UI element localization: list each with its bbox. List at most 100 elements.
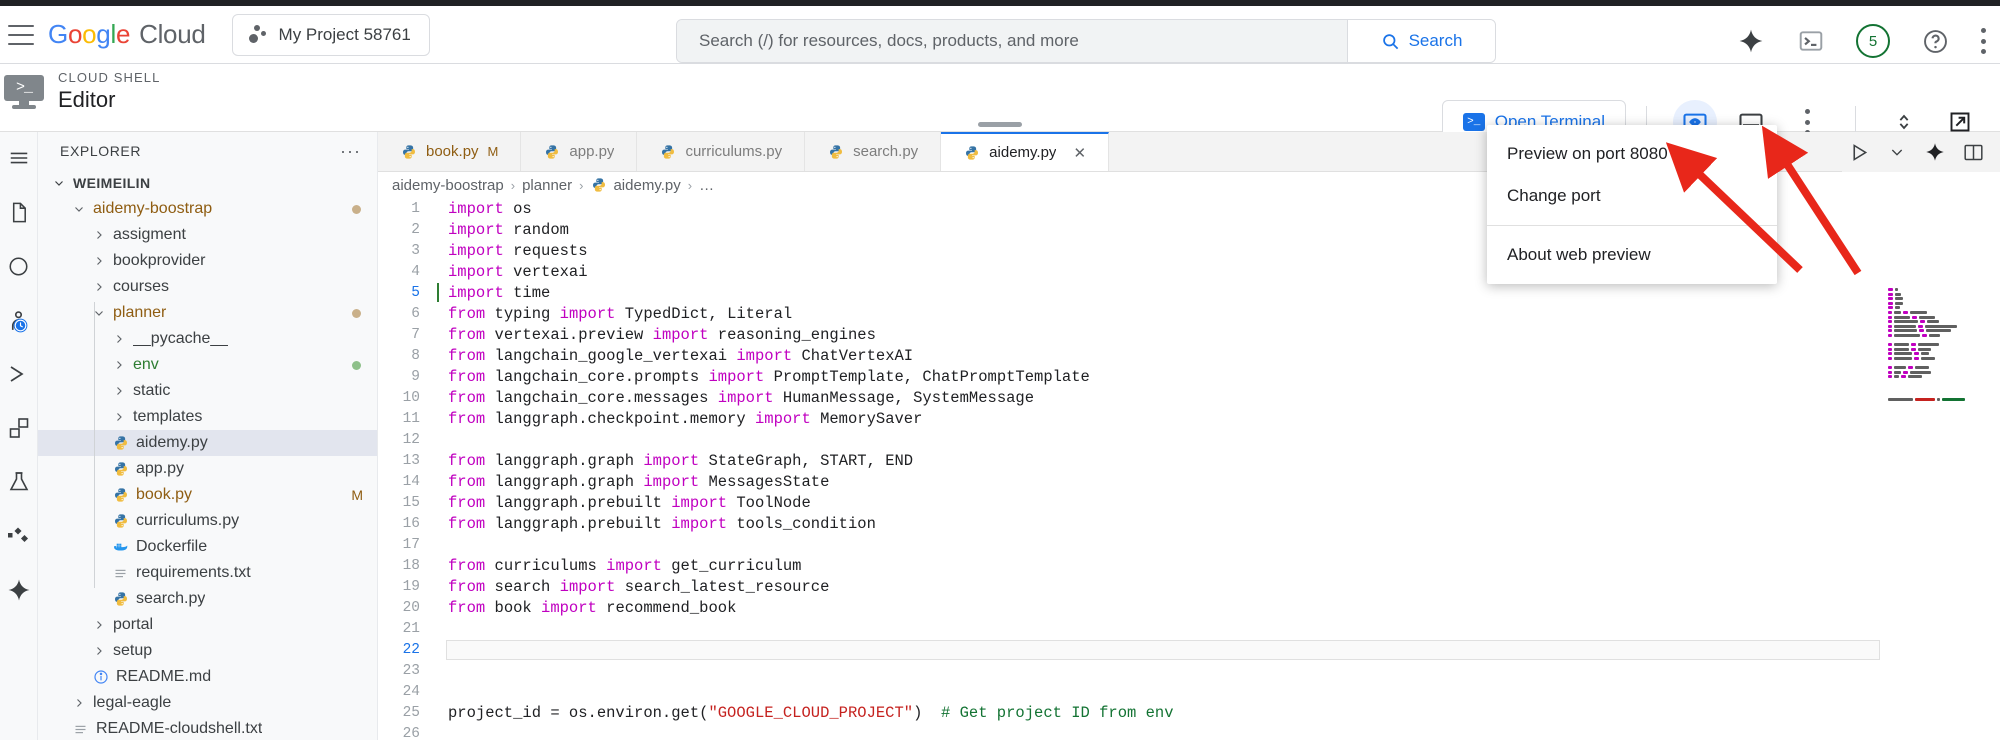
tree-item-app-py[interactable]: app.py	[38, 456, 377, 482]
menu-icon[interactable]	[5, 144, 33, 172]
minimap-line	[1886, 389, 2000, 392]
tree-item-aidemy-boostrap[interactable]: aidemy-boostrap	[38, 196, 377, 222]
line-number: 25	[378, 705, 436, 721]
gemini-sparkle-icon[interactable]	[1736, 26, 1766, 56]
menu-item-about-web-preview[interactable]: About web preview	[1487, 234, 1777, 276]
search-circle-icon[interactable]	[5, 252, 33, 280]
tree-item-portal[interactable]: portal	[38, 612, 377, 638]
breadcrumb-item[interactable]: …	[699, 177, 714, 194]
tree-item-courses[interactable]: courses	[38, 274, 377, 300]
code-line: 13from langgraph.graph import StateGraph…	[378, 450, 2000, 471]
token-id: langchain_google_vertexai	[485, 347, 736, 365]
cloud-code-diamonds-icon[interactable]	[5, 522, 33, 550]
token-kw: from	[448, 368, 485, 386]
menu-item-change-port[interactable]: Change port	[1487, 175, 1777, 217]
tree-item-readme-md[interactable]: README.md	[38, 664, 377, 690]
tree-item-static[interactable]: static	[38, 378, 377, 404]
run-file-button[interactable]	[1842, 135, 1876, 169]
tree-item-templates[interactable]: templates	[38, 404, 377, 430]
run-terminal-icon[interactable]	[5, 360, 33, 388]
gemini-code-assist-icon[interactable]	[5, 576, 33, 604]
tree-item-label: search.py	[136, 590, 205, 608]
code-text: from langgraph.prebuilt import tools_con…	[436, 515, 876, 533]
line-number: 4	[378, 264, 436, 280]
tree-item--pycache-[interactable]: __pycache__	[38, 326, 377, 352]
breadcrumb-item[interactable]: planner	[522, 177, 572, 194]
tree-item-aidemy-py[interactable]: aidemy.py	[38, 430, 377, 456]
breadcrumb-item[interactable]: aidemy-boostrap	[392, 177, 504, 194]
token-id: recommend_book	[597, 599, 737, 617]
tab-curriculums-py[interactable]: curriculums.py	[637, 132, 805, 171]
tree-item-bookprovider[interactable]: bookprovider	[38, 248, 377, 274]
editor-tab-actions	[1842, 132, 2000, 172]
tab-aidemy-py[interactable]: aidemy.py✕	[941, 132, 1109, 171]
tree-item-dockerfile[interactable]: Dockerfile	[38, 534, 377, 560]
token-id: project_id = os.environ.get(	[448, 704, 708, 722]
token-id: langgraph.prebuilt	[485, 494, 671, 512]
tree-item-label: static	[133, 382, 170, 400]
open-external-icon	[1948, 110, 1972, 134]
chevron-right-icon	[92, 644, 106, 658]
tab-app-py[interactable]: app.py	[521, 132, 637, 171]
editor-minimap[interactable]	[1880, 264, 2000, 740]
run-options-chevron-icon[interactable]	[1880, 135, 1914, 169]
tree-item-curriculums-py[interactable]: curriculums.py	[38, 508, 377, 534]
code-text: from langchain_google_vertexai import Ch…	[436, 347, 913, 365]
line-number: 16	[378, 516, 436, 532]
breadcrumb-item[interactable]: aidemy.py	[590, 177, 680, 194]
tree-item-requirements-txt[interactable]: requirements.txt	[38, 560, 377, 586]
tab-book-py[interactable]: book.pyM	[378, 132, 521, 171]
free-trial-credits-badge[interactable]: 5	[1856, 24, 1890, 58]
extensions-icon[interactable]	[5, 414, 33, 442]
tab-close-icon[interactable]: ✕	[1073, 144, 1086, 162]
tree-item-planner[interactable]: planner	[38, 300, 377, 326]
tree-item-book-py[interactable]: book.pyM	[38, 482, 377, 508]
minimap-token	[1908, 366, 1913, 369]
line-number: 13	[378, 453, 436, 469]
token-id: random	[504, 221, 569, 239]
tree-item-setup[interactable]: setup	[38, 638, 377, 664]
token-kw: import	[708, 368, 764, 386]
explorer-more-icon[interactable]: ···	[340, 142, 361, 160]
line-number: 20	[378, 600, 436, 616]
breadcrumb-label: …	[699, 177, 714, 194]
more-options-icon[interactable]	[1980, 28, 1986, 54]
tree-item-label: templates	[133, 408, 202, 426]
source-control-history-icon[interactable]	[5, 306, 33, 334]
cloud-shell-terminal-icon[interactable]	[1796, 26, 1826, 56]
explorer-files-icon[interactable]	[5, 198, 33, 226]
help-icon[interactable]	[1920, 26, 1950, 56]
panel-drag-handle[interactable]	[978, 122, 1022, 127]
code-line: 20from book import recommend_book	[378, 597, 2000, 618]
code-text: from book import recommend_book	[436, 599, 736, 617]
gemini-editor-icon[interactable]	[1918, 135, 1952, 169]
minimap-token	[1888, 325, 1892, 328]
code-line: 23	[378, 660, 2000, 681]
token-str: "GOOGLE_CLOUD_PROJECT"	[708, 704, 913, 722]
menu-item-preview-on-port-8080[interactable]: Preview on port 8080	[1487, 133, 1777, 175]
tree-item-legal-eagle[interactable]: legal-eagle	[38, 690, 377, 716]
tab-search-py[interactable]: search.py	[805, 132, 941, 171]
tree-item-env[interactable]: env	[38, 352, 377, 378]
find-match-highlight	[446, 640, 1880, 660]
tree-item-readme-cloudshell-txt[interactable]: README-cloudshell.txt	[38, 716, 377, 740]
split-editor-button[interactable]	[1956, 135, 1990, 169]
minimap-token	[1895, 288, 1898, 291]
token-id: book	[485, 599, 541, 617]
search-input[interactable]	[677, 20, 1347, 62]
tree-item-search-py[interactable]: search.py	[38, 586, 377, 612]
minimap-line	[1886, 302, 2000, 305]
search-button[interactable]: Search	[1347, 20, 1495, 62]
minimap-token	[1894, 311, 1901, 314]
minimap-token	[1888, 371, 1892, 374]
cloud-code-lab-icon[interactable]	[5, 468, 33, 496]
token-kw: import	[448, 242, 504, 260]
project-selector[interactable]: My Project 58761	[232, 14, 430, 56]
minimap-token	[1888, 352, 1892, 355]
tree-root-weimeilin[interactable]: WEIMEILIN	[38, 170, 377, 196]
navigation-menu-icon[interactable]	[8, 25, 34, 45]
minimap-token	[1894, 316, 1910, 319]
google-cloud-logo[interactable]: GoogleCloud	[48, 19, 206, 50]
code-line: 9from langchain_core.prompts import Prom…	[378, 366, 2000, 387]
tree-item-assigment[interactable]: assigment	[38, 222, 377, 248]
